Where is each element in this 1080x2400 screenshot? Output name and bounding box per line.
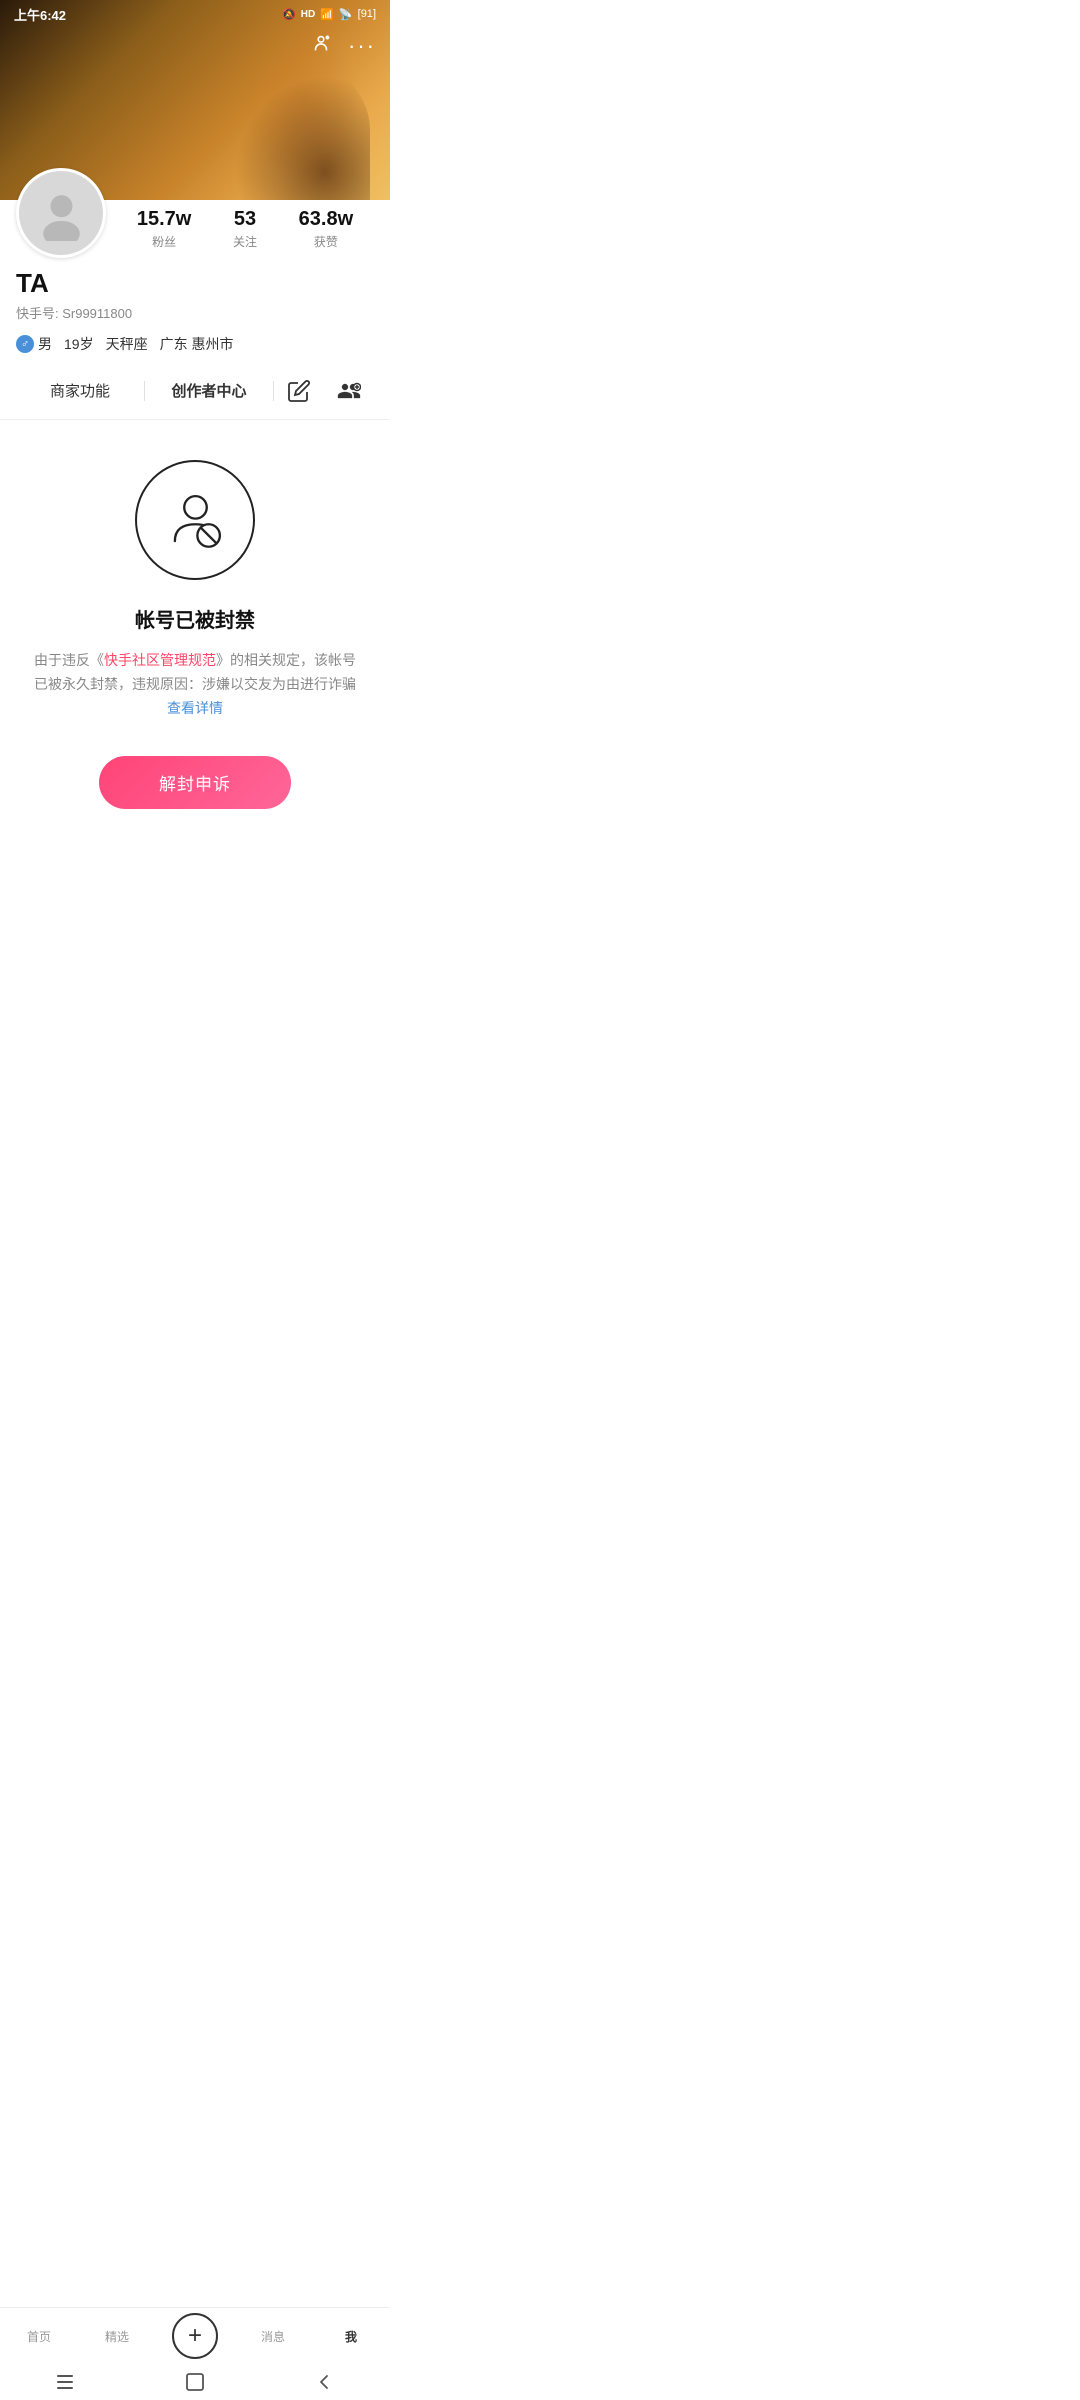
bottom-nav: 首页 精选 + 消息 我 [0,2307,390,2400]
gender-label: 男 [38,334,52,354]
likes-stat[interactable]: 63.8w 获赞 [299,208,353,250]
user-tags: ♂ 男 19岁 天秤座 广东 惠州市 [16,334,374,354]
fans-stat[interactable]: 15.7w 粉丝 [137,208,191,250]
nav-featured-label: 精选 [105,2328,129,2345]
nav-messages[interactable]: 消息 [234,2328,312,2345]
mute-icon: 🔕 [282,8,296,21]
zodiac-tag: 天秤座 [106,334,148,354]
status-icons: 🔕 HD 📶 📡 [91] [282,8,376,21]
banned-title: 帐号已被封禁 [135,604,255,633]
system-nav [0,2364,390,2400]
banned-desc-highlight: 快手社区管理规范 [104,652,216,668]
likes-count: 63.8w [299,208,353,231]
add-friend-icon [337,379,361,403]
banned-section: 帐号已被封禁 由于违反《快手社区管理规范》的相关规定，该帐号已被永久封禁，违规原… [0,420,390,839]
banned-description: 由于违反《快手社区管理规范》的相关规定，该帐号已被永久封禁，违规原因：涉嫌以交友… [30,649,360,720]
avatar-placeholder [19,171,103,255]
banned-icon-circle [135,460,255,580]
hd-label: HD [301,9,315,20]
fans-label: 粉丝 [152,233,176,250]
merchant-button[interactable]: 商家功能 [16,372,144,409]
male-icon: ♂ [16,335,34,353]
username: TA [16,268,374,299]
back-chevron-icon [317,2372,333,2392]
nav-messages-label: 消息 [261,2328,285,2345]
user-id: 快手号: Sr99911800 [16,303,374,322]
status-time: 上午6:42 [14,5,66,24]
following-count: 53 [234,208,256,231]
creator-center-button[interactable]: 创作者中心 [145,372,273,409]
profile-section: 15.7w 粉丝 53 关注 63.8w 获赞 TA 快手号: Sr999118… [0,200,390,419]
add-friend-button[interactable] [324,379,374,403]
status-bar: 上午6:42 🔕 HD 📶 📡 [91] [0,0,390,28]
nav-home[interactable]: 首页 [0,2328,78,2345]
gender-tag: ♂ 男 [16,334,52,354]
stats-row: 15.7w 粉丝 53 关注 63.8w 获赞 [106,200,374,258]
banned-user-icon [158,483,233,558]
avatar [16,168,106,258]
following-label: 关注 [233,233,257,250]
nav-create[interactable]: + [156,2313,234,2359]
following-stat[interactable]: 53 关注 [233,208,257,250]
location-tag: 广东 惠州市 [160,334,234,354]
likes-label: 获赞 [314,233,338,250]
hamburger-icon [55,2374,75,2390]
nav-items: 首页 精选 + 消息 我 [0,2308,390,2364]
nav-featured[interactable]: 精选 [78,2328,156,2345]
age-tag: 19岁 [64,334,94,354]
more-options-icon[interactable]: ··· [348,33,376,59]
action-bar: 商家功能 创作者中心 [16,372,374,419]
create-plus-icon[interactable]: + [172,2313,218,2359]
wifi-icon: 📡 [339,8,353,21]
menu-nav-button[interactable] [53,2370,77,2394]
edit-profile-button[interactable] [274,379,324,403]
age-label: 19岁 [64,334,94,354]
zodiac-label: 天秤座 [106,334,148,354]
nav-profile-label: 我 [345,2328,357,2345]
avatar-stats-row: 15.7w 粉丝 53 关注 63.8w 获赞 [16,200,374,258]
appeal-button[interactable]: 解封申诉 [99,756,291,809]
nav-home-label: 首页 [27,2328,51,2345]
back-nav-button[interactable] [313,2370,337,2394]
fans-count: 15.7w [137,208,191,231]
edit-icon [287,379,311,403]
nav-profile[interactable]: 我 [312,2328,390,2345]
battery-icon: [91] [358,8,376,20]
square-home-icon [185,2372,205,2392]
location-label: 广东 惠州市 [160,334,234,354]
view-details-link[interactable]: 查看详情 [167,700,223,716]
cover-top-icons: ··· [310,32,376,59]
signal-icon: 📶 [320,8,334,21]
qr-scan-icon[interactable] [310,32,332,59]
home-nav-button[interactable] [183,2370,207,2394]
banned-desc-part1: 由于违反《 [34,652,104,668]
